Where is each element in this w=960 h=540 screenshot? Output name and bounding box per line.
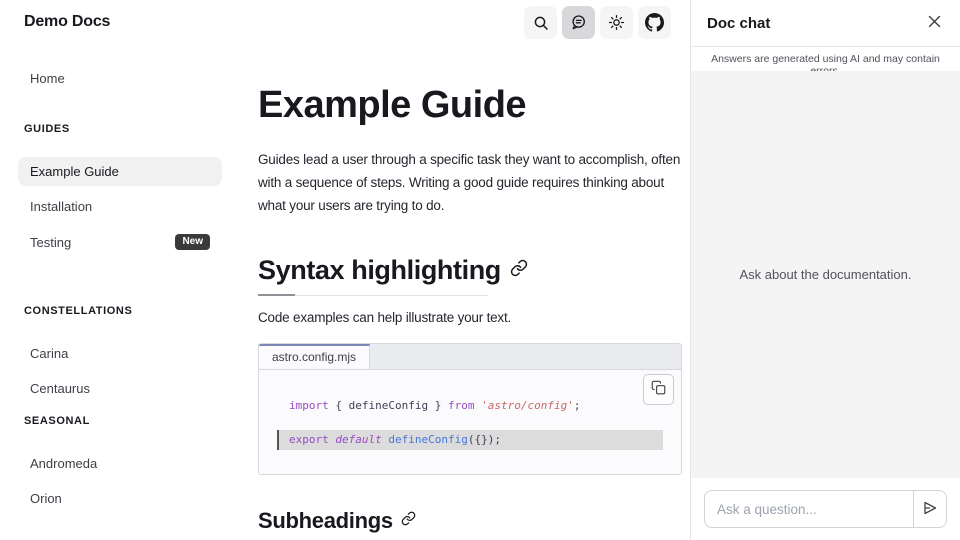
github-icon <box>645 13 664 32</box>
chat-composer <box>691 478 960 540</box>
sidebar-item-andromeda[interactable]: Andromeda <box>18 449 222 478</box>
code-token: ; <box>574 399 581 412</box>
search-icon <box>533 15 549 31</box>
section-heading-subheadings: Subheadings <box>258 508 682 534</box>
sidebar-groups: GUIDES Example Guide Installation Testing Ne… <box>18 123 222 513</box>
code-block: astro.config.mjs import { defineConfig }… <box>258 343 682 475</box>
heading-anchor-link[interactable] <box>401 511 416 531</box>
github-button[interactable] <box>638 6 671 39</box>
sidebar-item-home[interactable]: Home <box>18 64 222 93</box>
new-badge: New <box>175 234 210 250</box>
sidebar-item-label: Centaurus <box>30 381 90 396</box>
search-button[interactable] <box>524 6 557 39</box>
sidebar-group-items: Carina Centaurus <box>18 339 222 403</box>
sidebar-item-label: Installation <box>30 199 92 214</box>
chat-send-button[interactable] <box>913 491 946 527</box>
code-lines: import { defineConfig } from 'astro/conf… <box>259 396 681 450</box>
sidebar-item-label: Carina <box>30 346 68 361</box>
site-title[interactable]: Demo Docs <box>24 13 110 31</box>
sidebar-group-items: Andromeda Orion <box>18 449 222 513</box>
page-title: Example Guide <box>258 84 682 128</box>
copy-code-button[interactable] <box>643 374 674 405</box>
link-icon <box>510 259 528 282</box>
close-icon <box>927 14 942 32</box>
sidebar-item-example-guide[interactable]: Example Guide <box>18 157 222 186</box>
doc-chat-toggle-button[interactable] <box>562 6 595 39</box>
chat-header: Doc chat <box>691 0 960 47</box>
code-token: 'astro/config' <box>481 399 574 412</box>
code-line: import { defineConfig } from 'astro/conf… <box>259 396 681 416</box>
sidebar-item-label: Example Guide <box>30 164 119 179</box>
sidebar-group-items: Example Guide Installation Testing New <box>18 157 222 257</box>
doc-chat-panel: Doc chat Answers are generated using AI … <box>690 0 960 540</box>
send-icon <box>922 500 938 519</box>
sidebar-group-constellations: CONSTELLATIONS Carina Centaurus <box>18 305 222 403</box>
heading-anchor-link[interactable] <box>510 259 528 282</box>
main-content: Example Guide Guides lead a user through… <box>258 44 682 534</box>
sidebar-group-guides: GUIDES Example Guide Installation Testing Ne… <box>18 123 222 257</box>
intro-paragraph: Guides lead a user through a specific ta… <box>258 148 682 217</box>
link-icon <box>401 511 416 531</box>
chat-title: Doc chat <box>707 15 770 32</box>
chat-input-wrap <box>704 490 947 528</box>
header-actions <box>524 6 671 39</box>
sidebar-item-centaurus[interactable]: Centaurus <box>18 374 222 403</box>
code-token: { defineConfig } <box>329 399 448 412</box>
sidebar-nav: Home GUIDES Example Guide Installation Test… <box>0 44 240 513</box>
syntax-paragraph: Code examples can help illustrate your t… <box>258 310 682 325</box>
code-token: ({}); <box>468 433 501 446</box>
chat-empty-state: Ask about the documentation. <box>739 267 911 282</box>
section-heading-text: Subheadings <box>258 508 393 534</box>
sidebar-group-label: CONSTELLATIONS <box>18 305 222 317</box>
sidebar-group-label: SEASONAL <box>18 415 222 427</box>
code-line-highlighted: export default defineConfig({}); <box>277 430 663 450</box>
sidebar-item-label: Home <box>30 71 65 86</box>
code-token: export <box>289 433 329 446</box>
sidebar-item-orion[interactable]: Orion <box>18 484 222 513</box>
sun-icon <box>608 14 625 31</box>
code-token: defineConfig <box>388 433 467 446</box>
sidebar-item-label: Testing <box>30 235 71 250</box>
sidebar-item-carina[interactable]: Carina <box>18 339 222 368</box>
sidebar-group-label: GUIDES <box>18 123 222 135</box>
section-heading-text: Syntax highlighting <box>258 255 501 286</box>
code-area: import { defineConfig } from 'astro/conf… <box>259 370 681 474</box>
sidebar-item-testing[interactable]: Testing New <box>18 227 222 257</box>
chat-close-button[interactable] <box>925 12 944 34</box>
theme-toggle-button[interactable] <box>600 6 633 39</box>
chat-question-input[interactable] <box>705 491 913 527</box>
sidebar-group-seasonal: SEASONAL Andromeda Orion <box>18 415 222 513</box>
heading-divider <box>258 294 488 296</box>
code-tab-bar: astro.config.mjs <box>259 344 681 370</box>
code-token: from <box>448 399 475 412</box>
sidebar-item-label: Andromeda <box>30 456 97 471</box>
code-token: import <box>289 399 329 412</box>
code-token: default <box>335 433 381 446</box>
sidebar-item-installation[interactable]: Installation <box>18 192 222 221</box>
chat-messages-area: Ask about the documentation. <box>691 71 960 478</box>
sidebar-item-label: Orion <box>30 491 62 506</box>
section-heading-syntax-highlighting: Syntax highlighting <box>258 255 682 286</box>
copy-icon <box>651 380 666 398</box>
code-tab-astro-config[interactable]: astro.config.mjs <box>259 344 370 369</box>
chat-icon <box>570 14 587 31</box>
